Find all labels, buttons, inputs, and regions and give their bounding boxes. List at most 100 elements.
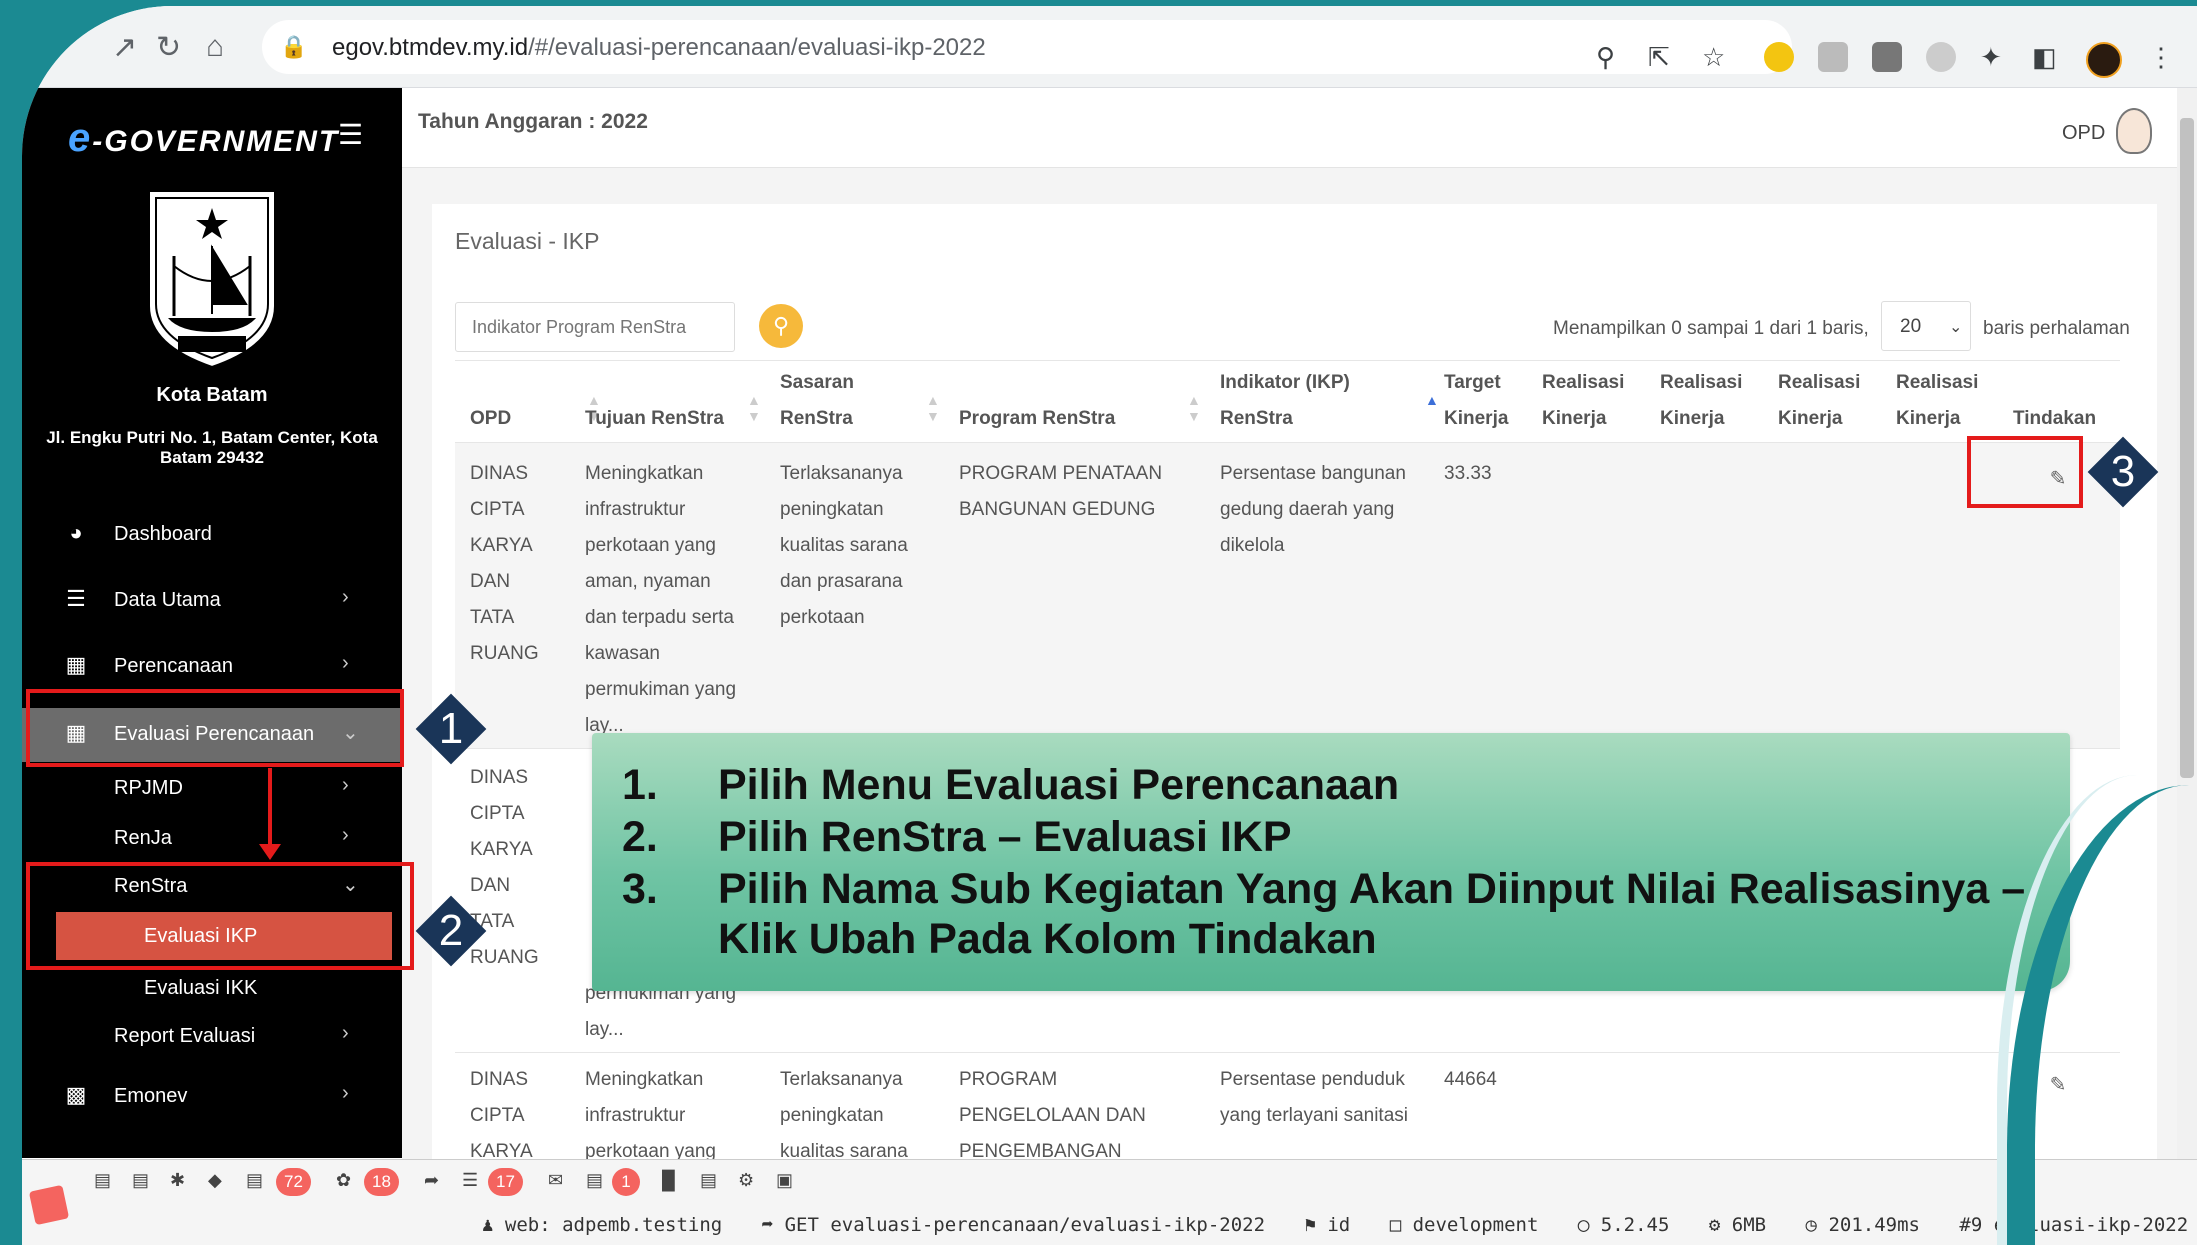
version-status[interactable]: ◯ 5.2.45	[1578, 1214, 1684, 1236]
session-icon[interactable]: ▤	[700, 1170, 717, 1191]
sidebar-item-emonev[interactable]: ▩ Emonev ›	[22, 1070, 402, 1120]
mail-icon[interactable]: ✉	[548, 1170, 563, 1191]
hamburger-icon[interactable]: ☰	[338, 118, 363, 151]
sort-icon[interactable]: ▲ ▼	[747, 392, 761, 424]
gear-icon[interactable]: ⚙	[738, 1170, 754, 1191]
lock-icon[interactable]: 🔒	[280, 34, 307, 60]
col-header-realisasi[interactable]: Realisasi	[1542, 365, 1624, 401]
col-header-sasaran-2[interactable]: RenStra	[780, 401, 853, 437]
page-title: Evaluasi - IKP	[455, 228, 600, 254]
col-header-realisasi-2[interactable]: Kinerja	[1896, 401, 1960, 437]
home-icon[interactable]: ⌂	[206, 30, 224, 64]
database-icon[interactable]: ☰	[462, 1170, 478, 1191]
log-icon[interactable]: ▤	[586, 1170, 603, 1191]
views-count-badge[interactable]: 72	[276, 1168, 311, 1196]
puzzle-icon[interactable]: ✦	[1980, 42, 2002, 73]
calendar-icon: ▦	[65, 652, 87, 677]
views-icon[interactable]: ▤	[246, 1170, 263, 1191]
sort-icon[interactable]: ▲ ▼	[926, 392, 940, 424]
sidebar-item-rpjmd[interactable]: RPJMD ›	[22, 762, 402, 812]
menu-kebab-icon[interactable]: ⋮	[2148, 42, 2174, 73]
city-address: Jl. Engku Putri No. 1, Batam Center, Kot…	[46, 428, 378, 467]
search-input[interactable]	[455, 302, 735, 352]
step-3: 3. Pilih Nama Sub Kegiatan Yang Akan Diin…	[622, 865, 2026, 913]
col-header-realisasi-2[interactable]: Kinerja	[1660, 401, 1724, 437]
sidepanel-icon[interactable]: ◧	[2032, 42, 2057, 73]
log-count-badge[interactable]: 1	[612, 1168, 640, 1196]
col-header-realisasi[interactable]: Realisasi	[1896, 365, 1978, 401]
cell-program: PROGRAM PENGELOLAAN DAN PENGEMBANGAN	[959, 1069, 1146, 1162]
step-marker-3: 3	[2087, 436, 2159, 508]
env-status[interactable]: □ development	[1390, 1214, 1553, 1236]
chevron-right-icon: ›	[342, 652, 349, 674]
extension-icon[interactable]	[1764, 42, 1794, 72]
archive-icon[interactable]: ▣	[776, 1170, 793, 1191]
search-button[interactable]: ⚲	[759, 304, 803, 348]
extension-icon[interactable]	[1872, 42, 1902, 72]
reload-icon[interactable]: ↻	[156, 30, 181, 65]
highlight-box-3	[1967, 436, 2083, 508]
bar-chart-icon: ▩	[65, 1082, 87, 1107]
route-select[interactable]: #9 evaluasi-ikp-2022 (ajax) ⌄	[1959, 1214, 2197, 1236]
database-icon: ☰	[66, 586, 86, 611]
col-header-program[interactable]: Program RenStra	[959, 401, 1115, 437]
col-header-realisasi[interactable]: Realisasi	[1660, 365, 1742, 401]
sidebar-item-renja[interactable]: RenJa ›	[22, 812, 402, 862]
extension-icon[interactable]	[1818, 42, 1848, 72]
bookmark-star-icon[interactable]: ☆	[1702, 42, 1725, 73]
sidebar-item-perencanaan[interactable]: ▦ Perencanaan ›	[22, 640, 402, 690]
debugbar-logo-icon[interactable]	[28, 1184, 70, 1226]
locale-status[interactable]: ⚑ id	[1304, 1214, 1364, 1236]
col-header-tujuan[interactable]: Tujuan RenStra	[585, 401, 724, 437]
sort-icon[interactable]: ▲ ▼	[1187, 392, 1201, 424]
highlight-box-1	[26, 689, 404, 767]
route-icon[interactable]: ✿	[336, 1170, 351, 1191]
extension-icon[interactable]	[1926, 42, 1956, 72]
sidebar-item-report-evaluasi[interactable]: Report Evaluasi ›	[22, 1010, 402, 1060]
showing-info: Menampilkan 0 sampai 1 dari 1 baris,	[1553, 318, 1869, 339]
forward-icon[interactable]: ↗	[112, 30, 137, 65]
bug-icon[interactable]: ✱	[170, 1170, 185, 1191]
col-header-indikator[interactable]: Indikator (IKP)	[1220, 365, 1350, 401]
memory-status[interactable]: ⚙ 6MB	[1709, 1214, 1780, 1236]
tag-icon[interactable]: ◆	[208, 1170, 222, 1191]
brand-logo[interactable]: e-GOVERNMENT	[68, 116, 339, 161]
edit-icon[interactable]: ✎	[2047, 1072, 2069, 1096]
request-status[interactable]: ➦ GET evaluasi-perencanaan/evaluasi-ikp-…	[762, 1214, 1279, 1236]
col-header-opd[interactable]: OPD	[470, 401, 511, 437]
zoom-icon[interactable]: ⚲	[1596, 42, 1615, 73]
opd-label[interactable]: OPD	[2062, 122, 2105, 145]
timeline-icon[interactable]: ▤	[132, 1170, 149, 1191]
user-avatar[interactable]	[2116, 108, 2152, 154]
share-arrow-icon[interactable]: ➦	[424, 1170, 439, 1191]
annotation-arrow-line	[268, 768, 272, 848]
time-status[interactable]: ◷ 201.49ms	[1806, 1214, 1934, 1236]
lock-icon[interactable]: █	[662, 1170, 675, 1191]
col-header-sasaran[interactable]: Sasaran	[780, 365, 854, 401]
profile-avatar[interactable]	[2086, 42, 2122, 78]
share-icon[interactable]: ⇱	[1648, 42, 1670, 73]
step-1: 1. Pilih Menu Evaluasi Perencanaan	[622, 761, 1400, 809]
col-header-target[interactable]: Target	[1444, 365, 1501, 401]
col-header-indikator-2[interactable]: RenStra	[1220, 401, 1293, 437]
route-count-badge[interactable]: 18	[364, 1168, 399, 1196]
queries-count-badge[interactable]: 17	[488, 1168, 523, 1196]
sidebar-item-data-utama[interactable]: ☰ Data Utama ›	[22, 574, 402, 624]
scroll-thumb[interactable]	[2180, 118, 2194, 778]
col-header-realisasi[interactable]: Realisasi	[1778, 365, 1860, 401]
messages-icon[interactable]: ▤	[94, 1170, 111, 1191]
cell-tujuan: Meningkatkan infrastruktur perkotaan yang a…	[585, 463, 737, 736]
col-header-realisasi-2[interactable]: Kinerja	[1542, 401, 1606, 437]
col-header-target-2[interactable]: Kinerja	[1444, 401, 1508, 437]
user-status[interactable]: ♟ web: adpemb.testing	[482, 1214, 736, 1236]
cell-sasaran: Terlaksananya peningkatan kualitas sarana d…	[780, 463, 908, 628]
chevron-right-icon: ›	[342, 586, 349, 608]
chevron-down-icon: ⌄	[1949, 319, 1963, 336]
chevron-right-icon: ›	[342, 774, 349, 796]
url-text[interactable]: egov.btmdev.my.id/#/evaluasi-perencanaan…	[332, 34, 986, 62]
col-header-realisasi-2[interactable]: Kinerja	[1778, 401, 1842, 437]
sidebar-item-dashboard[interactable]: ◕ Dashboard	[22, 508, 402, 558]
sort-asc-icon[interactable]: ▲	[1425, 392, 1439, 408]
step-marker-1: 1	[415, 693, 487, 765]
scrollbar[interactable]	[2177, 88, 2197, 1159]
